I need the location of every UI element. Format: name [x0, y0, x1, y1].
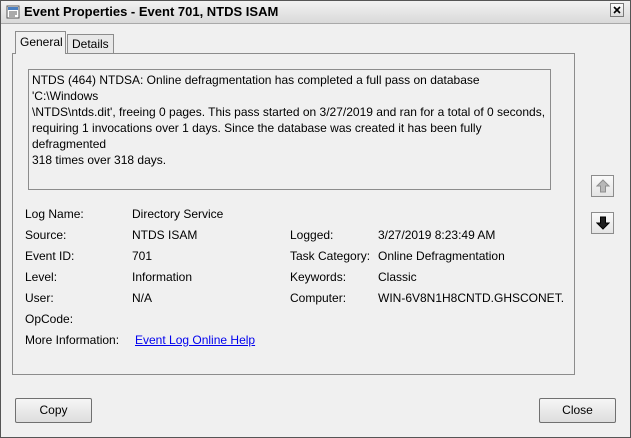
opcode-label: OpCode: [25, 312, 74, 326]
keywords-label: Keywords: [290, 270, 347, 284]
level-label: Level: [25, 270, 58, 284]
title-bar[interactable]: Event Properties - Event 701, NTDS ISAM [1, 1, 630, 24]
event-properties-window: Event Properties - Event 701, NTDS ISAM … [0, 0, 631, 438]
previous-event-button[interactable] [591, 175, 614, 197]
tab-details[interactable]: Details [67, 34, 114, 53]
user-value: N/A [132, 291, 153, 305]
task-category-label: Task Category: [290, 249, 371, 263]
user-label: User: [25, 291, 54, 305]
arrow-up-icon [596, 179, 610, 193]
event-description[interactable]: NTDS (464) NTDSA: Online defragmentation… [28, 69, 551, 190]
arrow-down-icon [596, 216, 610, 230]
keywords-value: Classic [378, 270, 417, 284]
event-log-online-help-link[interactable]: Event Log Online Help [135, 333, 255, 347]
logged-label: Logged: [290, 228, 334, 242]
source-label: Source: [25, 228, 67, 242]
log-name-value: Directory Service [132, 207, 224, 221]
event-id-label: Event ID: [25, 249, 75, 263]
computer-label: Computer: [290, 291, 347, 305]
window-title: Event Properties - Event 701, NTDS ISAM [24, 4, 279, 19]
level-value: Information [132, 270, 193, 284]
task-category-value: Online Defragmentation [378, 249, 505, 263]
tab-general[interactable]: General [15, 31, 66, 54]
logged-value: 3/27/2019 8:23:49 AM [378, 228, 496, 242]
event-id-value: 701 [132, 249, 153, 263]
more-info-label: More Information: [25, 333, 120, 347]
computer-value: WIN-6V8N1H8CNTD.GHSCONET. [378, 291, 565, 305]
next-event-button[interactable] [591, 212, 614, 234]
window-close-button[interactable] [610, 3, 624, 17]
close-x-icon [613, 6, 621, 14]
source-value: NTDS ISAM [132, 228, 198, 242]
close-button[interactable]: Close [539, 398, 616, 423]
event-viewer-icon [6, 5, 20, 19]
log-name-label: Log Name: [25, 207, 84, 221]
copy-button[interactable]: Copy [15, 398, 92, 423]
